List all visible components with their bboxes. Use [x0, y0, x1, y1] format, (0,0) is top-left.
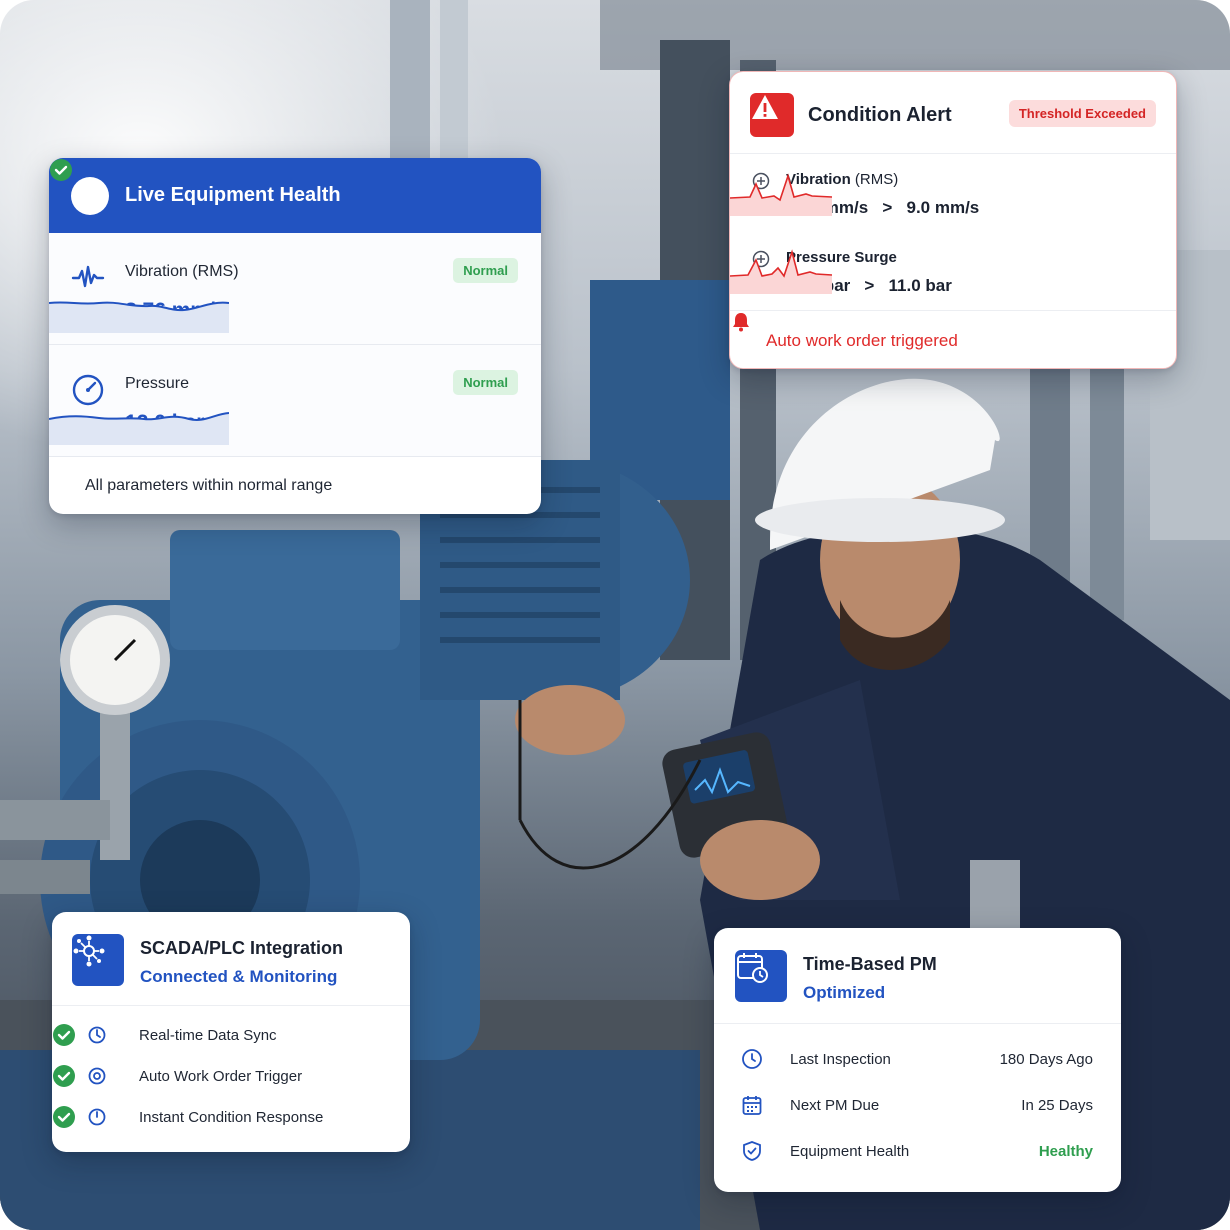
vibration-status-badge: Normal	[453, 258, 518, 283]
threshold-exceeded-badge: Threshold Exceeded	[1008, 100, 1156, 127]
health-card-header: Live Equipment Health	[49, 158, 541, 233]
bell-icon	[733, 313, 749, 332]
alert-vibration-sublabel: (RMS)	[854, 171, 899, 188]
check-circle-icon	[53, 1065, 75, 1087]
pressure-sparkline	[49, 412, 229, 445]
pressure-spike-sparkline	[730, 249, 832, 294]
next-pm-due-label: Next PM Due	[790, 1097, 880, 1114]
condition-alert-card: Condition Alert Threshold Exceeded Vibra…	[729, 71, 1177, 369]
scada-item[interactable]: Auto Work Order Trigger	[52, 1056, 410, 1097]
alert-row-pressure[interactable]: Pressure Surge 12.5 bar > 11.0 bar	[730, 232, 1176, 310]
power-icon	[88, 1108, 106, 1126]
pressure-status-badge: Normal	[453, 370, 518, 395]
live-equipment-health-card: Live Equipment Health Vibration (RMS) 8.…	[49, 158, 541, 514]
background-photo: Live Equipment Health Vibration (RMS) 8.…	[0, 0, 1230, 1230]
vibration-metric-row[interactable]: Vibration (RMS) 8.76 mm/s Normal	[49, 233, 541, 345]
pm-card-title: Time-Based PM	[803, 954, 937, 974]
calendar-icon	[742, 1096, 762, 1115]
heartbeat-icon	[49, 162, 109, 215]
alert-row-vibration[interactable]: Vibration (RMS) 12.0 mm/s > 9.0 mm/s	[730, 154, 1176, 232]
vibration-label: Vibration (RMS)	[125, 263, 239, 280]
check-circle-icon	[53, 1024, 75, 1046]
last-inspection-label: Last Inspection	[790, 1051, 891, 1068]
scada-card-title: SCADA/PLC Integration	[140, 938, 344, 958]
health-card-footer: All parameters within normal range	[49, 159, 541, 514]
alert-card-header: Condition Alert Threshold Exceeded	[730, 72, 1176, 154]
sync-icon	[88, 1026, 106, 1044]
health-footer-text: All parameters within normal range	[85, 476, 333, 494]
clock-icon	[742, 1049, 762, 1069]
pressure-metric-row[interactable]: Pressure 12.0 bar Normal	[49, 345, 541, 457]
scada-card-subtitle: Connected & Monitoring	[140, 967, 338, 986]
check-circle-icon	[53, 1106, 75, 1128]
vibration-sparkline	[49, 301, 229, 333]
gear-icon	[88, 1067, 106, 1085]
scada-plc-card: SCADA/PLC Integration Connected & Monito…	[52, 912, 410, 1152]
last-inspection-value: 180 Days Ago	[999, 1051, 1093, 1068]
check-circle-icon	[50, 159, 72, 181]
equipment-health-label: Equipment Health	[790, 1143, 910, 1160]
health-card-title: Live Equipment Health	[125, 184, 341, 206]
equipment-health-value: Healthy	[1038, 1143, 1093, 1160]
pm-row-next-pm-due[interactable]: Next PM Due In 25 Days	[714, 1082, 1121, 1128]
auto-work-order-text: Auto work order triggered	[766, 330, 958, 350]
network-hub-icon	[72, 934, 124, 986]
pm-row-last-inspection[interactable]: Last Inspection 180 Days Ago	[714, 1036, 1121, 1082]
alert-card-footer[interactable]: Auto work order triggered	[730, 310, 1176, 368]
shield-icon	[743, 1141, 761, 1161]
pm-card-subtitle: Optimized	[803, 983, 886, 1002]
pm-card-header: Time-Based PM Optimized	[714, 928, 1121, 1024]
scada-item[interactable]: Instant Condition Response	[52, 1097, 410, 1138]
scada-item[interactable]: Real-time Data Sync	[52, 1015, 410, 1056]
scada-item-label: Real-time Data Sync	[139, 1027, 277, 1044]
alert-card-title: Condition Alert	[808, 104, 952, 126]
calendar-clock-icon	[735, 950, 787, 1002]
scada-card-header: SCADA/PLC Integration Connected & Monito…	[52, 912, 410, 1006]
warning-icon	[750, 93, 794, 137]
next-pm-due-value: In 25 Days	[1021, 1097, 1093, 1114]
scada-item-label: Auto Work Order Trigger	[139, 1068, 303, 1085]
time-based-pm-card: Time-Based PM Optimized Last Inspection …	[714, 928, 1121, 1192]
vibration-spike-sparkline	[730, 173, 832, 216]
pm-row-equipment-health[interactable]: Equipment Health Healthy	[714, 1128, 1121, 1174]
pressure-label: Pressure	[125, 375, 190, 392]
scada-item-label: Instant Condition Response	[139, 1109, 324, 1126]
